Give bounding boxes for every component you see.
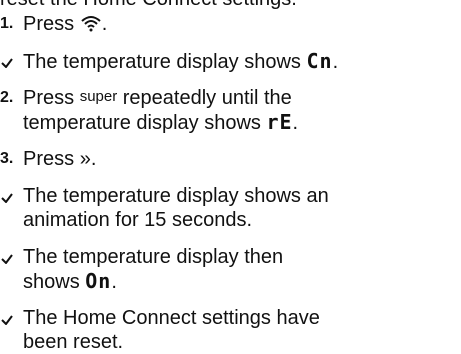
display-code: On — [85, 269, 112, 293]
check-icon — [1, 58, 13, 68]
check-icon — [1, 254, 13, 264]
button-name: super — [79, 88, 118, 105]
step-text: Press super repeatedly until the — [23, 87, 292, 109]
step-text: Press . — [23, 13, 108, 35]
result-text: The Home Connect settings have — [23, 307, 320, 329]
result-text: The temperature display shows an — [23, 185, 329, 207]
step-number: 3. — [0, 150, 14, 167]
result-text: been reset. — [23, 331, 124, 353]
display-code: rE — [266, 110, 293, 134]
check-icon — [1, 193, 13, 203]
forward-icon: » — [79, 148, 91, 170]
intro-text: reset the Home Connect settings. — [0, 0, 297, 11]
display-code: Cn — [306, 49, 333, 73]
step-number: 2. — [0, 89, 14, 106]
result-text: The temperature display shows Cn. — [23, 49, 339, 73]
wifi-icon — [81, 16, 101, 32]
check-icon — [1, 315, 13, 325]
step-number: 1. — [0, 15, 14, 32]
result-text: The temperature display then — [23, 246, 284, 268]
step-text: Press ». — [23, 148, 97, 170]
instructions-page: reset the Home Connect settings. 1. Pres… — [0, 0, 461, 353]
result-text: animation for 15 seconds. — [23, 209, 253, 231]
